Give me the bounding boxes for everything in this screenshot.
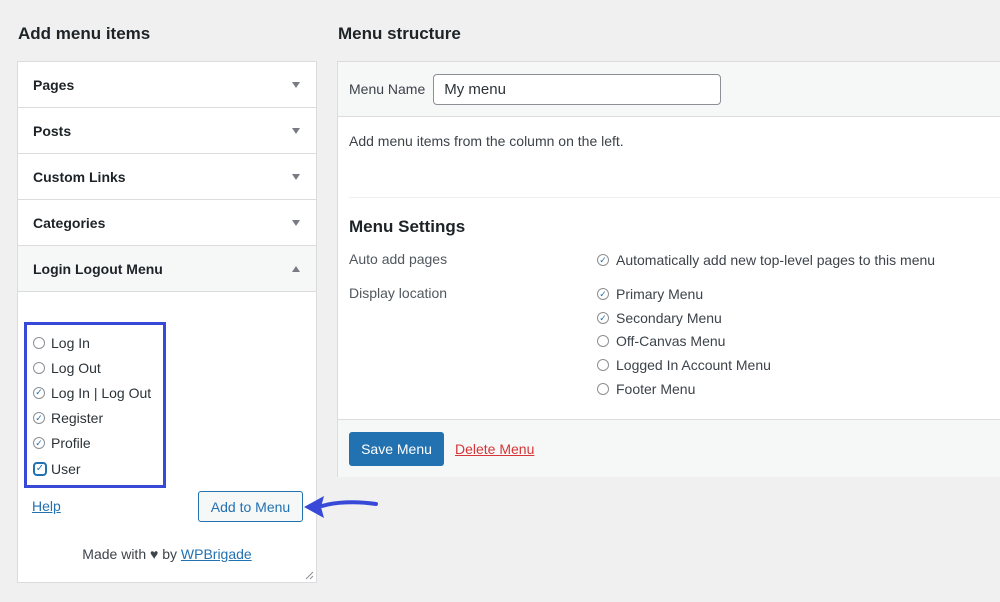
resize-handle-icon[interactable] [304, 570, 314, 580]
wpbrigade-link[interactable]: WPBrigade [181, 546, 252, 562]
caret-down-icon [292, 81, 300, 88]
menu-hint-text: Add menu items from the column on the le… [349, 133, 624, 149]
caret-down-icon [292, 219, 300, 226]
menu-actions-footer: Save Menu Delete Menu [338, 419, 1000, 477]
checkbox-checked-focused[interactable]: ✓ [33, 461, 47, 476]
caret-up-icon [292, 265, 300, 272]
checkbox[interactable] [33, 361, 45, 374]
menu-settings-heading: Menu Settings [349, 217, 466, 236]
menu-name-label: Menu Name [349, 81, 426, 97]
location-footer-menu[interactable]: Footer Menu [597, 381, 695, 397]
option-label: Automatically add new top-level pages to… [616, 252, 936, 268]
accordion-categories[interactable]: Categories [18, 200, 316, 246]
caret-down-icon [292, 127, 300, 134]
checklist-item-log-out[interactable]: Log Out [33, 355, 163, 380]
accordion-pages[interactable]: Pages [18, 62, 316, 108]
checkbox-checked[interactable]: ✓ [33, 437, 45, 450]
auto-add-pages-label: Auto add pages [349, 251, 448, 267]
delete-menu-link[interactable]: Delete Menu [455, 441, 534, 457]
help-link[interactable]: Help [32, 498, 61, 514]
option-label: Primary Menu [616, 286, 704, 302]
divider [349, 197, 1000, 198]
credit-text: Made with [82, 546, 147, 562]
checkbox-checked[interactable]: ✓ [597, 288, 609, 300]
display-location-label: Display location [349, 285, 448, 301]
option-label: Off-Canvas Menu [616, 333, 726, 349]
add-menu-items-heading: Add menu items [18, 24, 151, 43]
accordion-login-logout-menu[interactable]: Login Logout Menu [18, 246, 316, 292]
checkbox[interactable] [33, 336, 45, 349]
menu-name-header: Menu Name [338, 62, 1000, 117]
location-logged-in-account-menu[interactable]: Logged In Account Menu [597, 357, 771, 373]
option-label: Footer Menu [616, 381, 696, 397]
save-menu-button[interactable]: Save Menu [349, 432, 444, 466]
checklist-item-register[interactable]: ✓ Register [33, 406, 163, 431]
caret-down-icon [292, 173, 300, 180]
checklist-item-user[interactable]: ✓ User [33, 456, 163, 481]
location-secondary-menu[interactable]: ✓ Secondary Menu [597, 310, 722, 326]
checklist-label: User [51, 460, 81, 477]
checkbox-checked[interactable]: ✓ [597, 312, 609, 324]
auto-add-pages-option[interactable]: ✓ Automatically add new top-level pages … [597, 252, 935, 268]
option-label: Logged In Account Menu [616, 357, 771, 373]
menu-structure-panel: Menu Name Add menu items from the column… [337, 61, 1000, 477]
menu-structure-heading: Menu structure [338, 24, 461, 43]
checkbox-checked[interactable]: ✓ [597, 254, 609, 266]
checkbox[interactable] [597, 359, 609, 371]
checklist-label: Profile [51, 435, 91, 452]
login-logout-checklist: Log In Log Out ✓ Log In | Log Out ✓ Regi… [24, 322, 166, 488]
location-primary-menu[interactable]: ✓ Primary Menu [597, 286, 703, 302]
checklist-item-profile[interactable]: ✓ Profile [33, 431, 163, 456]
checklist-label: Log In [51, 334, 90, 351]
accordion-label: Pages [33, 76, 75, 93]
add-to-menu-button[interactable]: Add to Menu [198, 491, 303, 522]
add-menu-items-accordion: Pages Posts Custom Links Categories Logi… [17, 61, 317, 583]
checkbox[interactable] [597, 383, 609, 395]
checkbox-checked[interactable]: ✓ [33, 412, 45, 425]
accordion-posts[interactable]: Posts [18, 108, 316, 154]
annotation-arrow-icon [304, 496, 378, 518]
option-label: Secondary Menu [616, 310, 722, 326]
accordion-label: Login Logout Menu [33, 260, 163, 277]
made-with-credit: Made with ♥ by WPBrigade [18, 546, 316, 562]
accordion-label: Custom Links [33, 168, 126, 185]
credit-by: by [162, 546, 177, 562]
checklist-label: Log In | Log Out [51, 384, 152, 401]
checklist-item-log-in[interactable]: Log In [33, 330, 163, 355]
checkbox-checked[interactable]: ✓ [33, 386, 45, 399]
checklist-label: Register [51, 410, 104, 427]
checkbox[interactable] [597, 335, 609, 347]
accordion-custom-links[interactable]: Custom Links [18, 154, 316, 200]
location-off-canvas-menu[interactable]: Off-Canvas Menu [597, 333, 725, 349]
accordion-label: Categories [33, 214, 106, 231]
menu-name-input[interactable] [433, 73, 722, 105]
checklist-label: Log Out [51, 359, 101, 376]
accordion-label: Posts [33, 122, 72, 139]
checklist-item-log-in-log-out[interactable]: ✓ Log In | Log Out [33, 380, 163, 405]
heart-icon: ♥ [150, 546, 159, 562]
